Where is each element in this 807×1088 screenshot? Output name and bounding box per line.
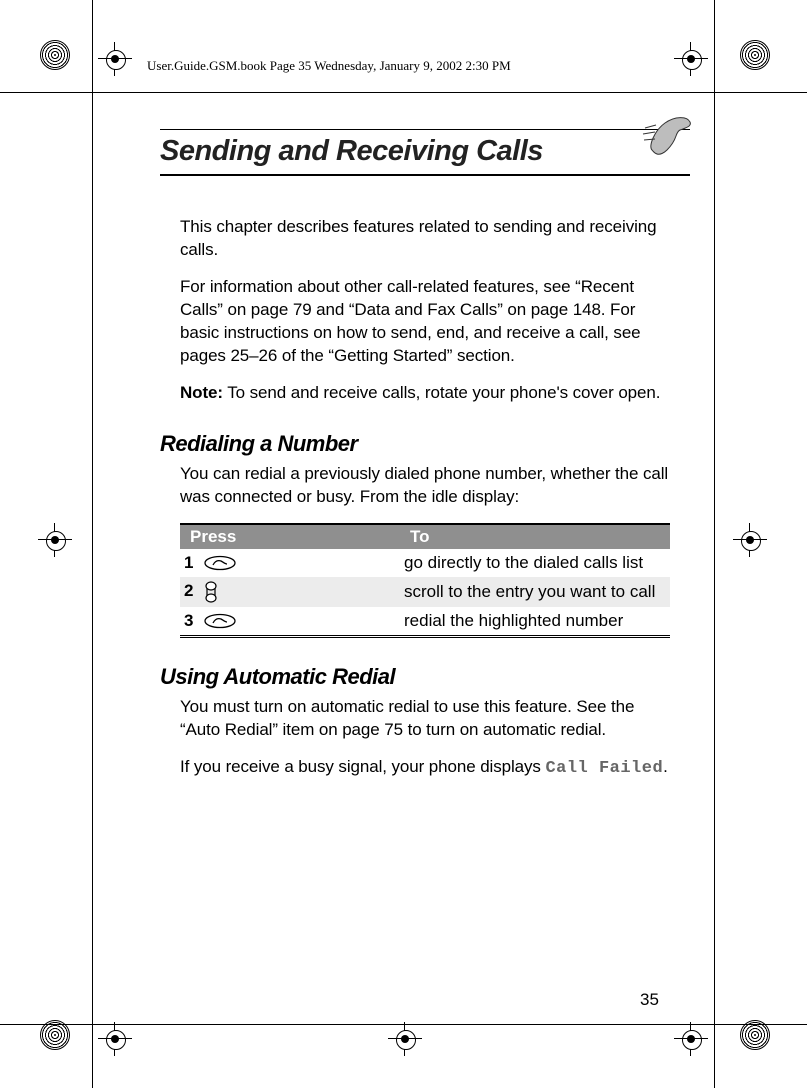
table-row: 1 go directly to the dialed calls list — [180, 549, 670, 577]
title-rule-bottom — [160, 174, 690, 176]
send-key-icon — [203, 611, 237, 630]
steps-table: Press To 1 go directly to the dialed cal… — [180, 523, 670, 638]
registration-disc-icon — [40, 40, 68, 68]
crosshair-icon — [676, 44, 706, 74]
step-number: 1 — [184, 553, 198, 573]
registration-disc-icon — [40, 1020, 68, 1048]
crosshair-icon — [390, 1024, 420, 1054]
crop-line-right — [714, 0, 715, 1088]
table-row: 3 redial the highlighted number — [180, 607, 670, 637]
auto-redial-paragraph-2: If you receive a busy signal, your phone… — [180, 756, 670, 781]
scroll-key-icon — [203, 581, 219, 600]
registration-disc-icon — [740, 1020, 768, 1048]
auto-p2-post: . — [663, 757, 668, 776]
crosshair-icon — [100, 1024, 130, 1054]
header-filename: User.Guide.GSM.book Page 35 Wednesday, J… — [147, 58, 511, 74]
crosshair-icon — [100, 44, 130, 74]
auto-redial-paragraph-1: You must turn on automatic redial to use… — [180, 696, 670, 742]
crosshair-icon — [735, 525, 765, 555]
section-heading-redial: Redialing a Number — [160, 431, 670, 457]
step-to: go directly to the dialed calls list — [400, 549, 670, 577]
intro-paragraph-2: For information about other call-related… — [180, 276, 670, 368]
chapter-title-block: Sending and Receiving Calls — [160, 135, 690, 176]
crop-line-left — [92, 0, 93, 1088]
page-number: 35 — [640, 990, 659, 1010]
step-number: 2 — [184, 581, 198, 601]
step-number: 3 — [184, 611, 198, 631]
registration-disc-icon — [740, 40, 768, 68]
chapter-title: Sending and Receiving Calls — [160, 135, 690, 168]
display-text-call-failed: Call Failed — [545, 759, 663, 778]
crosshair-icon — [676, 1024, 706, 1054]
intro-paragraph-1: This chapter describes features related … — [180, 216, 670, 262]
step-to: redial the highlighted number — [400, 607, 670, 637]
content-column: Sending and Receiving Calls This chapter… — [160, 135, 690, 781]
col-header-to: To — [400, 524, 670, 549]
intro-note: Note: To send and receive calls, rotate … — [180, 382, 670, 405]
send-key-icon — [203, 553, 237, 572]
crop-line-top — [0, 92, 807, 93]
phone-handset-icon — [640, 110, 700, 170]
body-column: This chapter describes features related … — [180, 216, 670, 780]
note-label: Note: — [180, 383, 223, 402]
note-text: To send and receive calls, rotate your p… — [223, 383, 660, 402]
page-root: User.Guide.GSM.book Page 35 Wednesday, J… — [0, 0, 807, 1088]
step-to: scroll to the entry you want to call — [400, 577, 670, 607]
table-row: 2 scroll to the entry you want to c — [180, 577, 670, 607]
title-rule-top — [160, 129, 690, 130]
col-header-press: Press — [180, 524, 400, 549]
auto-p2-pre: If you receive a busy signal, your phone… — [180, 757, 545, 776]
redial-lead: You can redial a previously dialed phone… — [180, 463, 670, 509]
section-heading-auto-redial: Using Automatic Redial — [160, 664, 670, 690]
table-header-row: Press To — [180, 524, 670, 549]
crosshair-icon — [40, 525, 70, 555]
